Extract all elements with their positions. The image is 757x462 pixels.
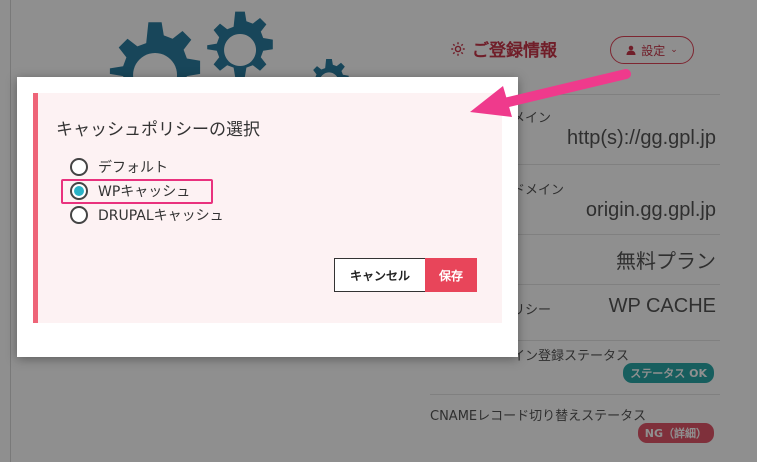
radio-label: デフォルト	[98, 160, 168, 176]
save-button[interactable]: 保存	[425, 258, 477, 292]
modal-panel: キャッシュポリシーの選択 デフォルト WPキャッシュ DRUPALキャッシュ キ…	[33, 93, 502, 323]
radio-button[interactable]	[70, 206, 88, 224]
radio-option-drupal-cache[interactable]: DRUPALキャッシュ	[70, 205, 224, 225]
modal-title: キャッシュポリシーの選択	[56, 120, 260, 140]
radio-label: DRUPALキャッシュ	[98, 208, 224, 224]
radio-button[interactable]	[70, 158, 88, 176]
radio-option-default[interactable]: デフォルト	[70, 157, 168, 177]
annotation-highlight-box	[61, 179, 213, 204]
cancel-button[interactable]: キャンセル	[334, 258, 426, 292]
cache-policy-modal: キャッシュポリシーの選択 デフォルト WPキャッシュ DRUPALキャッシュ キ…	[17, 77, 518, 357]
